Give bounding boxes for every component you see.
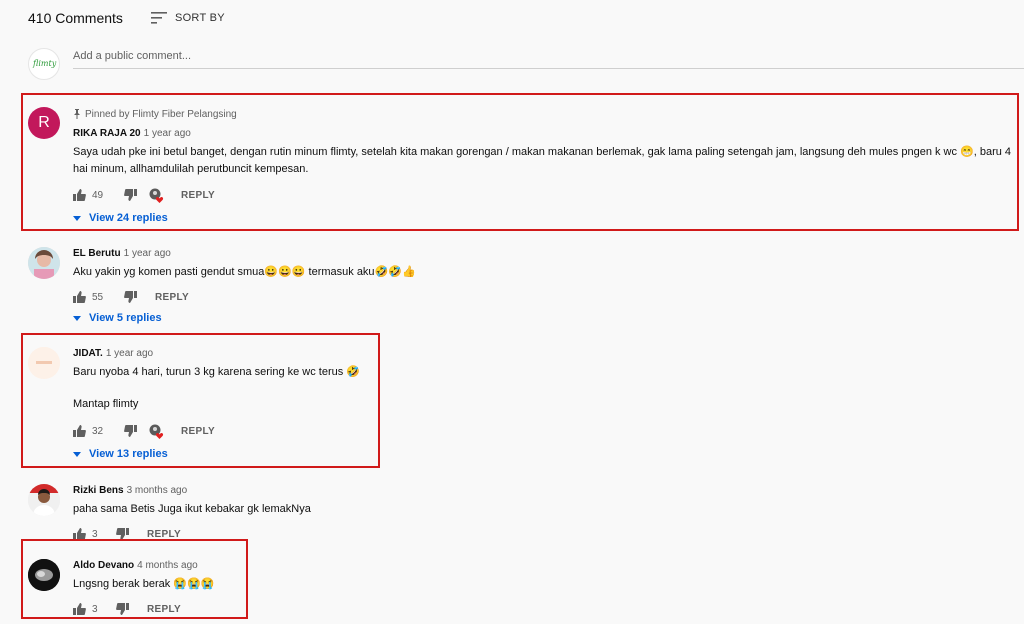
comment-thread: R Pinned by Flimty Fiber Pelangsing RIKA…	[28, 107, 1018, 227]
reply-button[interactable]: REPLY	[147, 604, 181, 615]
comment-actions: 3 REPLY	[73, 601, 181, 617]
thumbs-up-icon[interactable]	[73, 425, 86, 437]
comment-actions: 49 REPLY	[73, 187, 215, 203]
pin-icon	[74, 109, 80, 119]
like-count: 55	[92, 291, 104, 303]
comment-time[interactable]: 1 year ago	[106, 348, 153, 359]
comment-text: Saya udah pke ini betul banget, dengan r…	[73, 146, 1012, 175]
comment-count: 410 Comments	[28, 10, 123, 26]
author-name[interactable]: EL Berutu	[73, 248, 121, 259]
avatar[interactable]	[28, 347, 60, 379]
author-name[interactable]: Rizki Bens	[73, 485, 124, 496]
avatar[interactable]	[28, 247, 60, 279]
comment-time[interactable]: 3 months ago	[127, 485, 188, 496]
view-replies-button[interactable]: View 13 replies	[73, 447, 168, 461]
view-replies-label: View 5 replies	[89, 312, 162, 324]
avatar[interactable]: R	[28, 107, 60, 139]
thumbs-down-icon[interactable]	[124, 291, 137, 303]
comment-time[interactable]: 1 year ago	[144, 128, 191, 139]
reply-button[interactable]: REPLY	[155, 292, 189, 303]
avatar-photo	[28, 559, 60, 591]
author-name[interactable]: Aldo Devano	[73, 560, 134, 571]
view-replies-button[interactable]: View 5 replies	[73, 311, 162, 325]
thumbs-down-icon[interactable]	[124, 189, 137, 201]
add-comment-input[interactable]: Add a public comment...	[73, 50, 191, 62]
comment-text-line2: Mantap flimty	[73, 398, 139, 410]
avatar-letter: R	[38, 114, 50, 131]
comment-meta: JIDAT. 1 year ago	[73, 347, 368, 361]
thumbs-up-icon[interactable]	[73, 291, 86, 303]
reply-button[interactable]: REPLY	[147, 529, 181, 540]
avatar[interactable]	[28, 559, 60, 591]
like-count: 49	[92, 189, 104, 201]
reply-button[interactable]: REPLY	[181, 426, 215, 437]
author-name[interactable]: JIDAT.	[73, 348, 103, 359]
comment-body: Pinned by Flimty Fiber Pelangsing RIKA R…	[73, 107, 1018, 178]
add-comment-box: flimty Add a public comment...	[28, 47, 1024, 80]
comment-text: Baru nyoba 4 hari, turun 3 kg karena ser…	[73, 366, 361, 378]
comment-body: EL Berutu 1 year ago Aku yakin yg komen p…	[73, 247, 1018, 281]
comment-text: Lngsng berak berak 😭😭😭	[73, 578, 215, 590]
comment-meta: RIKA RAJA 20 1 year ago	[73, 127, 1018, 141]
reply-button[interactable]: REPLY	[181, 190, 215, 201]
thumbs-down-icon[interactable]	[124, 425, 137, 437]
comment-thread: JIDAT. 1 year ago Baru nyoba 4 hari, turu…	[28, 347, 368, 463]
author-name[interactable]: RIKA RAJA 20	[73, 128, 141, 139]
sort-icon	[150, 12, 167, 24]
comment-thread: Rizki Bens 3 months ago paha sama Betis J…	[28, 484, 1018, 540]
channel-avatar-logo: flimty	[33, 59, 57, 68]
comment-meta: Rizki Bens 3 months ago	[73, 484, 1018, 498]
comment-body: Aldo Devano 4 months ago Lngsng berak ber…	[73, 559, 238, 593]
comment-body: Rizki Bens 3 months ago paha sama Betis J…	[73, 484, 1018, 518]
view-replies-button[interactable]: View 24 replies	[73, 211, 168, 225]
comment-text: Aku yakin yg komen pasti gendut smua😀😀😀 …	[73, 266, 416, 278]
comment-actions: 32 REPLY	[73, 423, 215, 439]
view-replies-label: View 24 replies	[89, 212, 168, 224]
avatar-photo	[28, 484, 60, 516]
heart-icon	[149, 188, 164, 203]
like-count: 32	[92, 425, 104, 437]
chevron-down-icon	[73, 315, 81, 321]
heart-icon	[149, 424, 164, 439]
pinned-by-text: Pinned by Flimty Fiber Pelangsing	[85, 108, 237, 120]
comments-header: 410 Comments SORT BY	[28, 10, 225, 26]
sort-by-label: SORT BY	[174, 12, 225, 24]
comment-time[interactable]: 1 year ago	[124, 248, 171, 259]
avatar[interactable]	[28, 484, 60, 516]
avatar-photo	[28, 247, 60, 279]
comment-body: JIDAT. 1 year ago Baru nyoba 4 hari, turu…	[73, 347, 368, 413]
sort-by-button[interactable]: SORT BY	[150, 12, 225, 24]
avatar-photo	[28, 347, 60, 379]
channel-avatar: flimty	[28, 48, 60, 80]
comment-meta: Aldo Devano 4 months ago	[73, 559, 238, 573]
like-count: 3	[92, 603, 98, 615]
comment-thread: EL Berutu 1 year ago Aku yakin yg komen p…	[28, 247, 1018, 327]
thumbs-up-icon[interactable]	[73, 603, 86, 615]
creator-heart	[149, 424, 164, 439]
chevron-down-icon	[73, 451, 81, 457]
thumbs-up-icon[interactable]	[73, 189, 86, 201]
comment-actions: 55 REPLY	[73, 289, 189, 305]
thumbs-down-icon[interactable]	[116, 603, 129, 615]
comment-time[interactable]: 4 months ago	[137, 560, 198, 571]
chevron-down-icon	[73, 215, 81, 221]
pinned-label: Pinned by Flimty Fiber Pelangsing	[73, 107, 1018, 121]
input-underline	[73, 68, 1024, 69]
creator-heart	[149, 188, 164, 203]
view-replies-label: View 13 replies	[89, 448, 168, 460]
comment-meta: EL Berutu 1 year ago	[73, 247, 1018, 261]
like-count: 3	[92, 528, 98, 540]
comment-thread: Aldo Devano 4 months ago Lngsng berak ber…	[28, 559, 238, 617]
comment-text: paha sama Betis Juga ikut kebakar gk lem…	[73, 503, 311, 515]
